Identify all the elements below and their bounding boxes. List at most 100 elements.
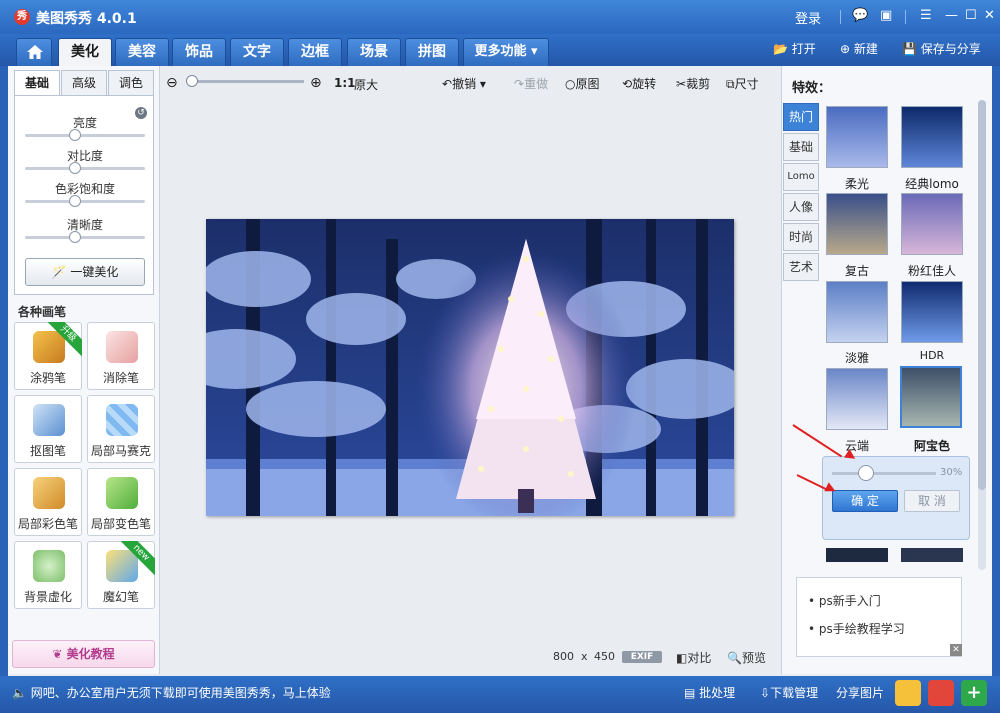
compare-button[interactable]: ◧对比 (676, 649, 711, 666)
tool-background-blur[interactable]: 背景虚化 (14, 541, 82, 609)
tool-doodle-pen[interactable]: 涂鸦笔 升级 (14, 322, 82, 390)
exif-button[interactable]: EXIF (622, 651, 662, 663)
tool-eraser-pen[interactable]: 消除笔 (87, 322, 155, 390)
zoom-in-icon[interactable]: ⊕ (310, 75, 322, 91)
tool-cutout-pen[interactable]: 抠图笔 (14, 395, 82, 463)
tool-color-pen[interactable]: 局部彩色笔 (14, 468, 82, 536)
effect-thumb-pink-lady[interactable] (901, 193, 963, 255)
tool-magic-pen[interactable]: 魔幻笔 new (87, 541, 155, 609)
sharpness-knob[interactable] (69, 231, 81, 243)
batch-process-button[interactable]: ▤ 批处理 (684, 684, 735, 701)
promo-message[interactable]: 🔈 网吧、办公室用户无须下载即可使用美图秀秀，马上体验 (12, 684, 331, 701)
effect-category-portrait[interactable]: 人像 (783, 193, 819, 221)
batch-label: 批处理 (699, 686, 736, 700)
original-image-button[interactable]: ○原图 (565, 75, 600, 92)
add-icon[interactable]: + (961, 680, 987, 706)
effect-thumb-next-row[interactable] (826, 548, 888, 562)
original-label: 原图 (575, 77, 600, 91)
message-icon[interactable]: 💬 (852, 8, 868, 23)
size-label: 尺寸 (734, 77, 759, 91)
contrast-slider[interactable] (25, 167, 145, 170)
effect-category-lomo[interactable]: Lomo (783, 163, 819, 191)
undo-dropdown-icon[interactable]: ▾ (480, 77, 486, 91)
original-size-button[interactable]: 原大 (354, 76, 378, 93)
tool-label: 消除笔 (102, 371, 139, 385)
tab-text[interactable]: 文字 (230, 38, 284, 66)
effect-thumb-soft-light[interactable] (826, 106, 888, 168)
intensity-knob[interactable] (858, 465, 874, 481)
tab-frame[interactable]: 边框 (288, 38, 342, 66)
subtab-advanced[interactable]: 高级 (61, 70, 107, 96)
effect-thumb-classic-lomo[interactable] (901, 106, 963, 168)
crop-button[interactable]: ✂裁剪 (676, 75, 710, 92)
effect-thumb-abao-color[interactable] (900, 366, 962, 428)
effect-thumb-hdr[interactable] (901, 281, 963, 343)
tab-beautify[interactable]: 美化 (58, 38, 112, 66)
sharpness-slider[interactable] (25, 236, 145, 239)
open-button[interactable]: 📂 打开 (773, 40, 816, 57)
close-icon[interactable]: ✕ (984, 8, 995, 23)
effect-thumb-retro[interactable] (826, 193, 888, 255)
new-badge-text: new (121, 541, 155, 575)
tool-mosaic[interactable]: 局部马赛克 (87, 395, 155, 463)
minimize-icon[interactable]: — (945, 8, 958, 23)
contrast-knob[interactable] (69, 162, 81, 174)
undo-button[interactable]: ↶撤销 ▾ (442, 75, 486, 92)
effects-scrollbar-thumb[interactable] (978, 100, 986, 490)
zoom-knob[interactable] (186, 75, 198, 87)
ad-link-ps-handdraw[interactable]: • ps手绘教程学习 (808, 620, 905, 637)
ad-link-text: ps手绘教程学习 (818, 622, 905, 636)
maximize-icon[interactable]: ☐ (965, 8, 977, 23)
confirm-button[interactable]: 确 定 (832, 490, 898, 512)
effect-category-hot[interactable]: 热门 (783, 103, 819, 131)
ad-link-text: ps新手入门 (818, 594, 881, 608)
ad-link-ps-beginner[interactable]: • ps新手入门 (808, 592, 881, 609)
ad-close-icon[interactable]: ✕ (950, 644, 962, 656)
brightness-slider[interactable] (25, 134, 145, 137)
tab-scene[interactable]: 场景 (347, 38, 401, 66)
tab-more-label: 更多功能 (474, 44, 527, 59)
resize-button[interactable]: ⧉尺寸 (726, 75, 759, 92)
zoom-out-icon[interactable]: ⊖ (166, 75, 178, 91)
effect-category-fashion[interactable]: 时尚 (783, 223, 819, 251)
weibo-icon[interactable] (928, 680, 954, 706)
download-manager-button[interactable]: ⇩下载管理 (760, 684, 818, 701)
star-icon[interactable] (895, 680, 921, 706)
beautify-tutorial-button[interactable]: ❦ 美化教程 (12, 640, 155, 668)
effect-category-art[interactable]: 艺术 (783, 253, 819, 281)
undo-label: 撤销 (452, 77, 477, 91)
skin-icon[interactable]: ▣ (880, 8, 892, 23)
login-link[interactable]: 登录 (795, 8, 821, 27)
actual-ratio-button[interactable]: 1:1 (334, 76, 356, 90)
effect-thumb-elegant[interactable] (826, 281, 888, 343)
redo-button[interactable]: ↷重做 (514, 75, 548, 92)
undo-icon: ↶ (442, 77, 453, 91)
tab-more[interactable]: 更多功能 ▾ (463, 38, 549, 66)
effect-thumb-cloud[interactable] (826, 368, 888, 430)
brightness-knob[interactable] (69, 129, 81, 141)
effect-category-basic[interactable]: 基础 (783, 133, 819, 161)
tab-collage[interactable]: 拼图 (405, 38, 459, 66)
adjust-subtabs: 基础 高级 调色 (14, 70, 154, 96)
zoom-slider[interactable] (186, 80, 304, 83)
oneclick-beautify-button[interactable]: 🪄 一键美化 (25, 258, 145, 286)
preview-button[interactable]: 🔍预览 (727, 649, 766, 666)
tool-recolor-pen[interactable]: 局部变色笔 (87, 468, 155, 536)
dimension-x: x (581, 650, 588, 663)
share-image-button[interactable]: 分享图片 (836, 684, 884, 701)
effect-thumb-next-row-2[interactable] (901, 548, 963, 562)
save-share-button[interactable]: 💾 保存与分享 (902, 40, 981, 57)
saturation-knob[interactable] (69, 195, 81, 207)
menu-icon[interactable]: ☰ (920, 8, 932, 23)
cancel-button[interactable]: 取 消 (904, 490, 960, 512)
tab-face[interactable]: 美容 (115, 38, 169, 66)
tab-decor[interactable]: 饰品 (172, 38, 226, 66)
rotate-button[interactable]: ⟲旋转 (622, 75, 656, 92)
intensity-slider[interactable] (832, 472, 936, 475)
subtab-basic[interactable]: 基础 (14, 70, 60, 96)
saturation-slider[interactable] (25, 200, 145, 203)
subtab-color[interactable]: 调色 (108, 70, 154, 96)
canvas-photo[interactable] (206, 219, 734, 516)
new-button[interactable]: ⊕ 新建 (840, 40, 878, 57)
tab-home[interactable] (16, 38, 52, 66)
